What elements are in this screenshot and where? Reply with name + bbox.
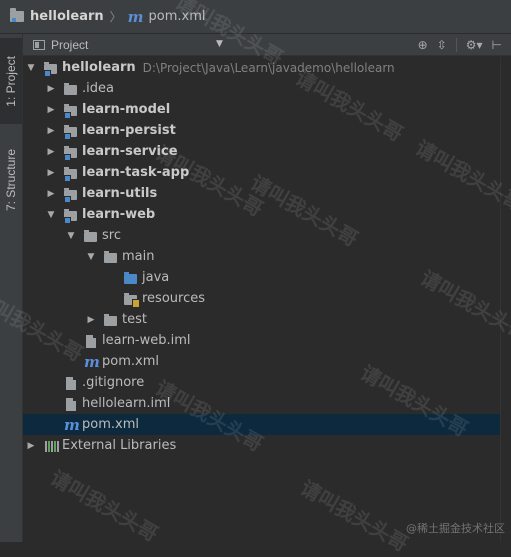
tree-node-label: test — [122, 312, 147, 327]
folder-icon — [103, 250, 119, 264]
breadcrumb-file-label: pom.xml — [148, 9, 206, 24]
tree-node-label: learn-web.iml — [102, 333, 191, 348]
folder-icon — [103, 313, 119, 327]
navigation-bar: hellolearn 〉 m pom.xml — [0, 0, 511, 34]
collapsed-arrow-icon[interactable]: ▶ — [45, 147, 57, 157]
tree-node-learn-web-iml[interactable]: ▶ learn-web.iml — [65, 330, 511, 351]
tree-node-learn-utils[interactable]: ▶ learn-utils — [45, 183, 511, 204]
tree-node-gitignore[interactable]: ▶ .gitignore — [45, 372, 511, 393]
module-folder-icon — [63, 187, 79, 203]
tree-node-main[interactable]: ▼ main — [85, 246, 511, 267]
tab-structure[interactable]: 7: Structure — [0, 126, 22, 234]
tree-node-learn-web[interactable]: ▼ learn-web — [45, 204, 511, 225]
collapse-all-icon[interactable]: ⇳ — [437, 38, 447, 52]
collapsed-arrow-icon[interactable]: ▶ — [25, 441, 37, 451]
collapsed-arrow-icon[interactable]: ▶ — [45, 168, 57, 178]
vertical-scrollbar[interactable] — [500, 57, 511, 542]
tree-node-label: hellolearn.iml — [82, 396, 171, 411]
tree-node-hellolearn-iml[interactable]: ▶ hellolearn.iml — [45, 393, 511, 414]
module-folder-icon — [63, 145, 79, 161]
module-folder-icon — [10, 8, 24, 22]
breadcrumb-project-label: hellolearn — [30, 9, 104, 24]
tab-structure-label: 7: Structure — [4, 148, 18, 212]
tree-node-label: hellolearn — [62, 60, 136, 75]
text-file-icon — [63, 376, 79, 390]
expanded-arrow-icon[interactable]: ▼ — [65, 231, 77, 241]
tree-node-root[interactable]: ▼ hellolearn D:\Project\Java\Learn\javad… — [25, 57, 503, 78]
tree-node-label: learn-task-app — [82, 165, 190, 180]
chevron-down-icon[interactable]: ▼ — [216, 39, 223, 49]
maven-icon: m — [64, 415, 80, 434]
collapsed-arrow-icon[interactable]: ▶ — [85, 315, 97, 325]
tree-node-web-pom[interactable]: ▶ m pom.xml — [65, 351, 511, 372]
breadcrumb-separator-icon: 〉 — [109, 10, 122, 24]
folder-icon — [83, 229, 99, 243]
locate-file-icon[interactable]: ⊕ — [418, 38, 428, 52]
expanded-arrow-icon[interactable]: ▼ — [85, 252, 97, 262]
tree-node-java[interactable]: ▶ java — [105, 267, 511, 288]
tree-node-external-libraries[interactable]: ▶ External Libraries — [25, 435, 503, 456]
tree-node-label: External Libraries — [62, 438, 177, 453]
collapsed-arrow-icon[interactable]: ▶ — [45, 84, 57, 94]
tree-node-label: .idea — [82, 81, 114, 96]
maven-icon: m — [84, 352, 100, 371]
folder-icon — [63, 82, 79, 96]
iml-file-icon — [63, 397, 79, 411]
tree-node-label: pom.xml — [102, 354, 159, 369]
tree-node-label: learn-utils — [82, 186, 158, 201]
libraries-icon — [43, 439, 59, 453]
tree-node-idea[interactable]: ▶ .idea — [45, 78, 511, 99]
tree-node-label: resources — [142, 291, 206, 306]
tree-node-test[interactable]: ▶ test — [85, 309, 511, 330]
tree-node-label: pom.xml — [82, 417, 139, 432]
panel-toolbar: ⊕ ⇳ ⚙▾ ⊢ — [418, 34, 511, 56]
tree-node-label: learn-web — [82, 207, 156, 222]
module-folder-icon — [63, 103, 79, 119]
project-tree: ▼ hellolearn D:\Project\Java\Learn\javad… — [23, 57, 511, 542]
source-folder-icon — [123, 271, 139, 285]
project-view-icon — [33, 39, 45, 50]
collapsed-arrow-icon[interactable]: ▶ — [45, 189, 57, 199]
project-view-selector[interactable]: Project — [51, 38, 88, 52]
expanded-arrow-icon[interactable]: ▼ — [45, 210, 57, 220]
maven-icon: m — [127, 7, 144, 26]
tree-node-learn-model[interactable]: ▶ learn-model — [45, 99, 511, 120]
tree-node-label: .gitignore — [82, 375, 145, 390]
tree-node-root-pom[interactable]: ▶ m pom.xml — [23, 414, 501, 435]
project-panel-header: Project ▼ ⊕ ⇳ ⚙▾ ⊢ — [23, 34, 511, 56]
tab-project[interactable]: 1: Project — [0, 38, 22, 124]
watermark-credit: @稀土掘金技术社区 — [406, 522, 505, 535]
toolbar-divider — [455, 38, 457, 52]
tree-node-label: learn-model — [82, 102, 171, 117]
module-folder-icon — [63, 124, 79, 140]
gear-icon[interactable]: ⚙▾ — [466, 38, 483, 52]
collapsed-arrow-icon[interactable]: ▶ — [45, 105, 57, 115]
module-folder-icon — [63, 208, 79, 224]
tree-node-label: main — [122, 249, 155, 264]
tree-node-label: src — [102, 228, 121, 243]
breadcrumb-project[interactable]: hellolearn — [10, 0, 104, 34]
iml-file-icon — [83, 334, 99, 348]
tree-node-learn-task-app[interactable]: ▶ learn-task-app — [45, 162, 511, 183]
resources-folder-icon — [123, 292, 140, 308]
tree-node-learn-service[interactable]: ▶ learn-service — [45, 141, 511, 162]
tree-node-label: learn-persist — [82, 123, 176, 138]
tree-node-path: D:\Project\Java\Learn\javademo\hellolear… — [142, 60, 395, 75]
tree-node-label: learn-service — [82, 144, 178, 159]
tree-node-label: java — [142, 270, 170, 285]
tree-node-learn-persist[interactable]: ▶ learn-persist — [45, 120, 511, 141]
breadcrumb-file[interactable]: m pom.xml — [128, 0, 206, 34]
expanded-arrow-icon[interactable]: ▼ — [25, 63, 37, 73]
tree-node-src[interactable]: ▼ src — [65, 225, 511, 246]
tree-node-resources[interactable]: ▶ resources — [105, 288, 511, 309]
module-folder-icon — [63, 166, 79, 182]
module-folder-icon — [43, 61, 59, 77]
hide-panel-icon[interactable]: ⊢ — [492, 38, 502, 52]
collapsed-arrow-icon[interactable]: ▶ — [45, 126, 57, 136]
tab-project-label: 1: Project — [4, 55, 18, 107]
tool-window-strip: 1: Project 7: Structure — [0, 34, 23, 542]
